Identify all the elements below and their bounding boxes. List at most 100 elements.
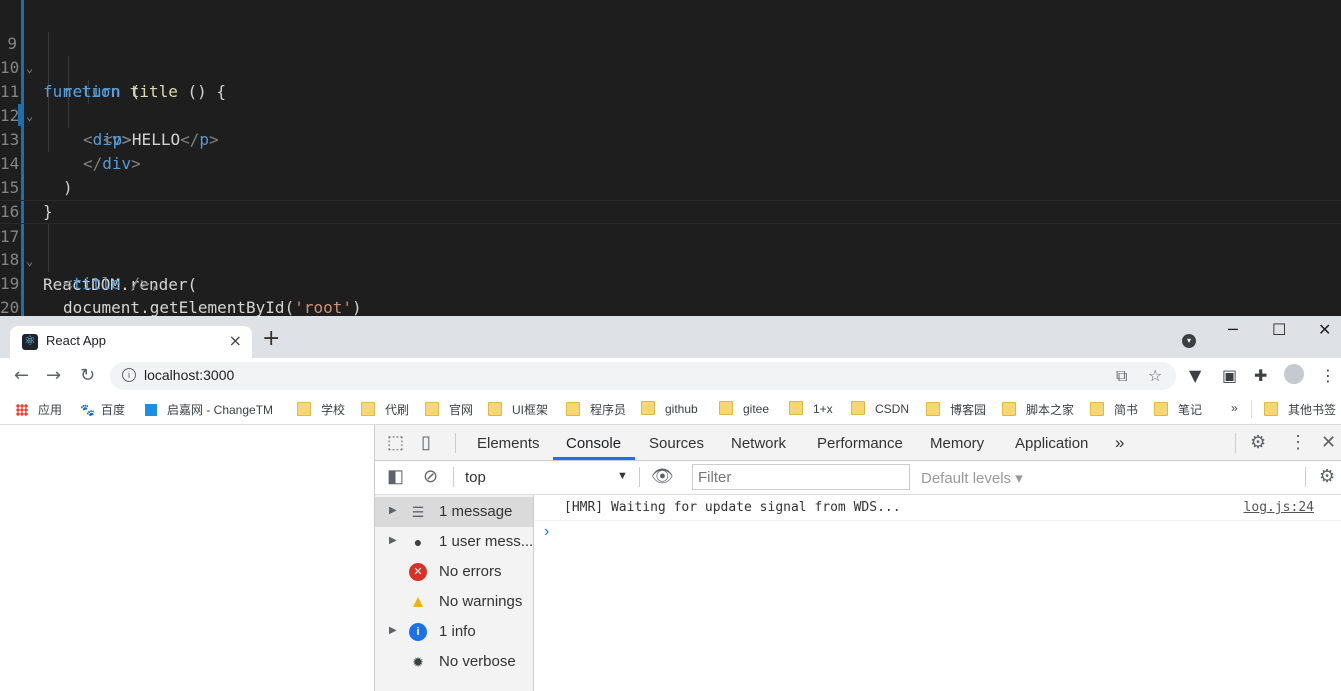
tab-performance[interactable]: Performance [817,435,903,452]
device-toolbar-icon[interactable]: ▯ [421,432,431,453]
code-line-15[interactable]: 15 } [0,152,1341,221]
sidebar-item-verbose[interactable]: ✹ No verbose [375,647,533,677]
puzzle-icon[interactable]: ✚ [1254,366,1267,385]
expand-triangle-icon[interactable]: ▶ [389,505,397,516]
folder-icon [851,401,865,415]
close-devtools-icon[interactable]: ✕ [1321,432,1336,453]
close-window-button[interactable]: ✕ [1318,320,1331,339]
code-editor[interactable]: 9 ⌄ function title () { 10 return ( 11 ⌄… [0,0,1341,316]
bookmark-star-icon[interactable]: ☆ [1148,366,1162,385]
bookmark-folder[interactable]: gitee [719,401,769,416]
bookmark-folder[interactable]: 简书 [1090,401,1138,418]
address-bar[interactable]: i localhost:3000 ⧉ ☆ [110,362,1176,390]
code-line-14[interactable]: 14 ) [0,128,1341,197]
filter-placeholder: Filter [698,469,732,486]
more-tabs-button[interactable]: » [1115,433,1124,453]
live-expression-eye-icon[interactable]: 👁 [651,466,674,487]
code-line-10[interactable]: 10 return ( [0,32,1341,101]
code-line-17[interactable]: 17 ⌄ ReactDOM.render( [0,200,1341,294]
context-selector[interactable]: top [465,469,486,486]
sidebar-item-messages[interactable]: ▶ ☰ 1 message [375,497,533,527]
tab-sources[interactable]: Sources [649,435,704,452]
console-settings-gear-icon[interactable]: ⚙ [1319,466,1335,487]
bookmark-folder[interactable]: CSDN [851,401,909,416]
folder-icon [641,401,655,415]
new-tab-button[interactable]: + [262,328,280,350]
minimize-button[interactable]: ─ [1228,320,1238,339]
bookmarks-divider [1251,400,1252,418]
sidebar-toggle-icon[interactable]: ◧ [387,466,404,487]
translate-icon[interactable]: ⧉ [1116,366,1127,386]
sidebar-item-user-messages[interactable]: ▶ ● 1 user mess... [375,527,533,557]
more-options-icon[interactable]: ⋮ [1289,432,1307,453]
console-prompt-chevron-icon[interactable]: › [544,523,549,541]
expand-triangle-icon[interactable]: ▶ [389,535,397,546]
bookmark-folder[interactable]: github [641,401,698,416]
tab-console[interactable]: Console [566,435,621,452]
console-log-area[interactable]: [HMR] Waiting for update signal from WDS… [534,495,1341,691]
info-icon: i [409,623,427,641]
log-levels-dropdown[interactable]: Default levels ▾ [921,469,1023,487]
log-source-link[interactable]: log.js:24 [1244,500,1314,515]
code-line-21[interactable]: 21 [0,296,1341,316]
tab-application[interactable]: Application [1015,435,1088,452]
bookmark-folder[interactable]: 笔记 [1154,401,1202,418]
bookmark-other[interactable]: 其他书签 [1264,401,1336,418]
url-text: localhost:3000 [144,367,235,383]
bookmark-folder[interactable]: 1+x [789,401,833,416]
sidebar-item-errors[interactable]: ✕ No errors [375,557,533,587]
bookmark-folder[interactable]: 代刷 [361,401,409,418]
settings-gear-icon[interactable]: ⚙ [1250,432,1266,453]
tab-memory[interactable]: Memory [930,435,984,452]
log-message: [HMR] Waiting for update signal from WDS… [564,500,901,515]
bookmark-apps[interactable]: 应用 [16,401,62,418]
tab-title: React App [46,333,106,348]
tab-close-icon[interactable]: × [229,331,242,350]
tab-elements[interactable]: Elements [477,435,540,452]
reload-icon[interactable]: ↻ [80,365,95,386]
avatar[interactable] [1284,364,1304,384]
baidu-paw-icon: 🐾 [80,403,95,417]
sidebar-item-info[interactable]: ▶ i 1 info [375,617,533,647]
back-icon[interactable]: ← [14,365,29,386]
code-line-19[interactable]: 19 document.getElementById('root') [0,248,1341,316]
folder-icon [789,401,803,415]
log-entry[interactable]: [HMR] Waiting for update signal from WDS… [534,495,1341,521]
tab-network[interactable]: Network [731,435,786,452]
browser-tab[interactable]: ⚛ React App × [10,326,252,358]
menu-dots-icon[interactable]: ⋮ [1320,366,1336,385]
user-icon: ● [413,534,423,550]
bookmark-baidu[interactable]: 🐾 百度 [80,401,125,418]
context-dropdown-icon[interactable]: ▼ [617,470,628,482]
tab-search-icon[interactable]: ▾ [1182,334,1196,348]
code-line-20[interactable]: 20 ); [0,272,1341,316]
bookmark-folder[interactable]: 学校 [297,401,345,418]
bookmark-folder[interactable]: 程序员 [566,401,626,418]
code-line-9[interactable]: 9 ⌄ function title () { [0,8,1341,101]
bookmark-folder[interactable]: 脚本之家 [1002,401,1074,418]
folder-icon [566,402,580,416]
maximize-button[interactable]: ☐ [1272,320,1286,339]
bookmark-changetm[interactable]: 启嘉网 - ChangeTM [145,401,273,418]
bookmarks-overflow-button[interactable]: » [1231,401,1238,415]
expand-triangle-icon[interactable]: ▶ [389,625,397,636]
code-line-16[interactable]: 16 [0,176,1341,221]
filter-input[interactable]: Filter [692,464,910,490]
extension-icon[interactable]: ▣ [1222,366,1237,385]
clear-console-icon[interactable]: ⊘ [423,466,438,487]
browser-toolbar: ← → ↻ i localhost:3000 ⧉ ☆ ▼ ▣ ✚ ⋮ [0,358,1341,394]
console-toolbar: ◧ ⊘ top ▼ 👁 Filter Default levels ▾ ⚙ [375,461,1341,495]
code-line-12[interactable]: 12 <p>HELLO</p> [0,80,1341,149]
bookmark-folder[interactable]: 官网 [425,401,473,418]
bookmark-folder[interactable]: UI框架 [488,401,548,418]
code-line-11[interactable]: 11 ⌄ <div> [0,56,1341,149]
bookmark-folder[interactable]: 博客园 [926,401,986,418]
code-line-18[interactable]: 18 <title />, [0,224,1341,293]
vue-devtools-icon[interactable]: ▼ [1189,366,1201,385]
code-line-13[interactable]: 13 </div> [0,104,1341,173]
inspect-element-icon[interactable]: ⬚ [387,432,404,453]
forward-icon[interactable]: → [46,365,61,386]
site-info-icon[interactable]: i [122,368,136,382]
sidebar-item-warnings[interactable]: ▲ No warnings [375,587,533,617]
page-viewport[interactable] [0,425,374,691]
